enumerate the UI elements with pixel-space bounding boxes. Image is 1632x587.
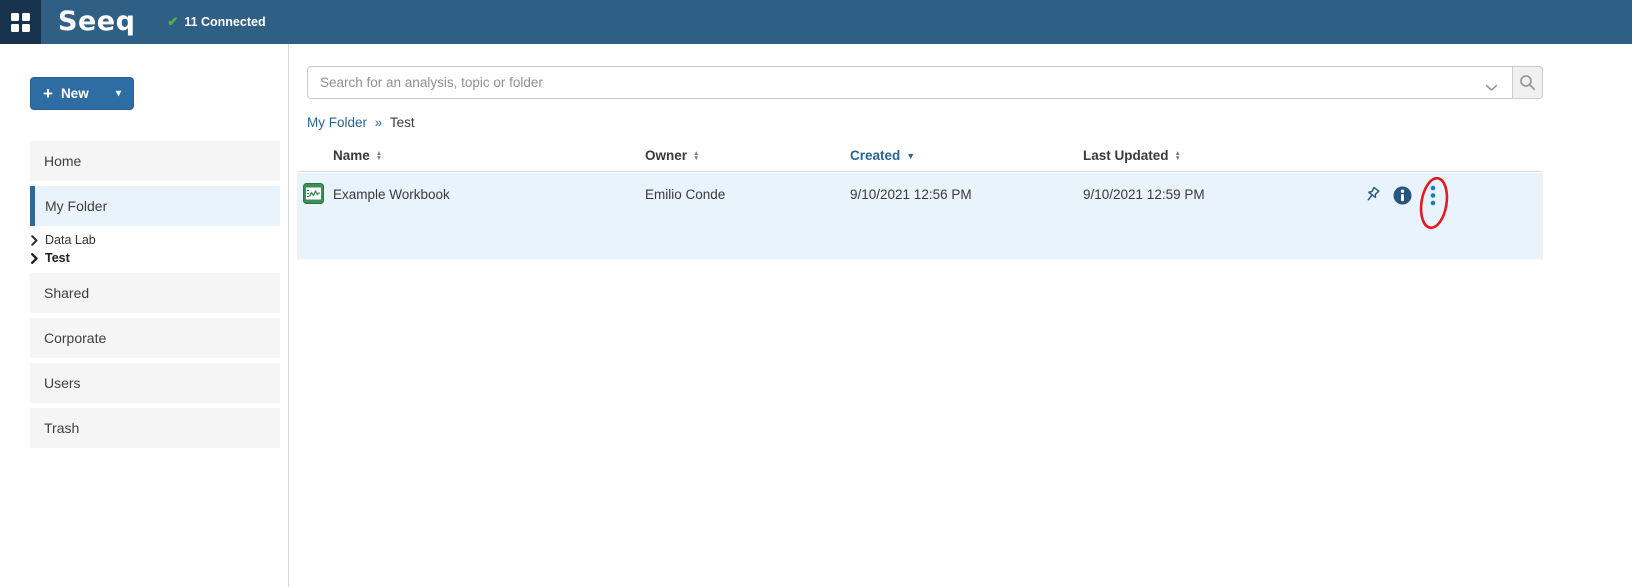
search-input[interactable] bbox=[307, 66, 1513, 99]
table-row[interactable]: Example Workbook Emilio Conde 9/10/2021 … bbox=[297, 173, 1543, 259]
sidebar-item-corporate[interactable]: Corporate bbox=[30, 318, 280, 358]
row-name: Example Workbook bbox=[333, 187, 450, 202]
check-icon: ✔ bbox=[167, 14, 178, 30]
plus-icon: + bbox=[43, 85, 53, 102]
sort-icon: ▲▼ bbox=[1175, 151, 1181, 161]
new-button-label: New bbox=[61, 86, 89, 101]
tree-item-data-lab[interactable]: Data Lab bbox=[30, 231, 280, 249]
grid-icon bbox=[11, 13, 30, 32]
workbook-icon bbox=[303, 183, 324, 209]
new-button[interactable]: + New ▾ bbox=[30, 77, 134, 110]
sidebar-item-trash[interactable]: Trash bbox=[30, 408, 280, 448]
column-header-owner[interactable]: Owner ▲▼ bbox=[645, 148, 699, 163]
column-header-name[interactable]: Name ▲▼ bbox=[333, 148, 382, 163]
sidebar-item-label: Trash bbox=[44, 420, 79, 436]
tree-item-label: Test bbox=[45, 251, 70, 265]
info-button[interactable] bbox=[1393, 186, 1412, 210]
table-header: Name ▲▼ Owner ▲▼ Created ▼ Last Updated … bbox=[297, 148, 1543, 172]
breadcrumb-separator: » bbox=[375, 115, 383, 130]
sidebar-item-label: My Folder bbox=[45, 198, 107, 214]
sidebar-item-label: Corporate bbox=[44, 330, 106, 346]
row-created: 9/10/2021 12:56 PM bbox=[850, 187, 972, 202]
sort-icon: ▲▼ bbox=[693, 151, 699, 161]
search-button[interactable] bbox=[1512, 66, 1543, 99]
connection-status[interactable]: ✔ 11 Connected bbox=[167, 14, 265, 30]
sidebar-item-users[interactable]: Users bbox=[30, 363, 280, 403]
pin-button[interactable] bbox=[1363, 186, 1381, 209]
tree-item-label: Data Lab bbox=[45, 233, 96, 247]
top-navbar: Seeq ✔ 11 Connected bbox=[0, 0, 1632, 44]
info-icon bbox=[1393, 186, 1412, 205]
sort-desc-icon: ▼ bbox=[906, 151, 915, 161]
chevron-right-icon bbox=[31, 235, 38, 246]
connection-status-label: 11 Connected bbox=[184, 15, 265, 29]
breadcrumb-parent-link[interactable]: My Folder bbox=[307, 115, 367, 130]
sidebar-item-label: Users bbox=[44, 375, 81, 391]
caret-down-icon[interactable]: ▾ bbox=[108, 88, 121, 99]
app-switcher-button[interactable] bbox=[0, 0, 41, 44]
main-content: My Folder » Test Name ▲▼ Owner ▲▼ Create… bbox=[297, 44, 1543, 587]
column-header-created[interactable]: Created ▼ bbox=[850, 148, 915, 163]
sidebar-item-my-folder[interactable]: My Folder bbox=[30, 186, 280, 226]
sidebar: + New ▾ Home My Folder Data Lab Test bbox=[0, 44, 289, 587]
kebab-menu-icon bbox=[1430, 185, 1436, 206]
breadcrumb: My Folder » Test bbox=[307, 115, 415, 130]
search-bar bbox=[307, 66, 1543, 99]
search-icon bbox=[1519, 74, 1536, 91]
column-header-last-updated[interactable]: Last Updated ▲▼ bbox=[1083, 148, 1181, 163]
pin-icon bbox=[1363, 186, 1381, 204]
chevron-right-icon bbox=[31, 253, 38, 264]
sidebar-item-shared[interactable]: Shared bbox=[30, 273, 280, 313]
breadcrumb-current: Test bbox=[390, 115, 415, 130]
sidebar-item-label: Home bbox=[44, 153, 81, 169]
row-last-updated: 9/10/2021 12:59 PM bbox=[1083, 187, 1205, 202]
sidebar-item-home[interactable]: Home bbox=[30, 141, 280, 181]
seeq-logo[interactable]: Seeq bbox=[58, 0, 135, 44]
sidebar-nav: Home My Folder Data Lab Test Shared Co bbox=[30, 141, 280, 453]
folder-tree: Data Lab Test bbox=[30, 231, 280, 267]
row-owner: Emilio Conde bbox=[645, 187, 725, 202]
sort-icon: ▲▼ bbox=[376, 151, 382, 161]
sidebar-item-label: Shared bbox=[44, 285, 89, 301]
row-menu-kebab-button[interactable] bbox=[1426, 185, 1440, 211]
tree-item-test[interactable]: Test bbox=[30, 249, 280, 267]
